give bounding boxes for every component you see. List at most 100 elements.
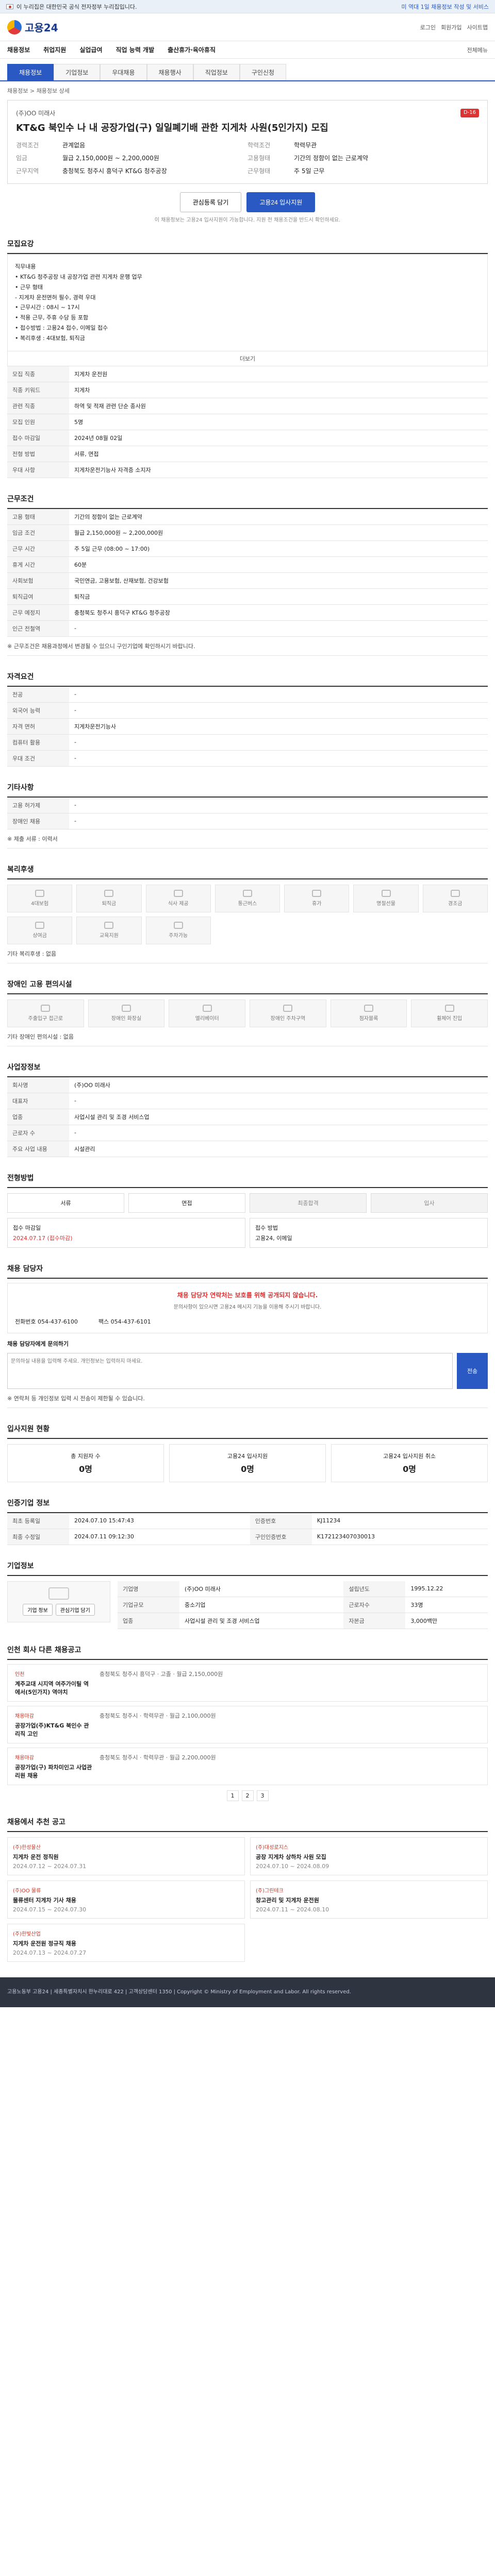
welfare-item: 식사 제공 (145, 884, 211, 912)
job-name[interactable]: 계주교대 시지역 여주가이틸 역에서(5인가지) 역야치 (15, 1680, 92, 1696)
card-company: (주)OO 물류 (13, 1888, 41, 1894)
row-value: 지게차운전기능사 자격증 소지자 (69, 462, 488, 478)
card-title[interactable]: 지게차 운전 정직원 (13, 1853, 239, 1861)
section-title: 전형방법 (7, 1168, 488, 1188)
nav-item-leave[interactable]: 출산휴가·육아휴직 (168, 45, 216, 54)
section-title: 채용에서 추천 공고 (7, 1812, 488, 1832)
login-link[interactable]: 로그인 (420, 23, 436, 31)
nav-item-benefit[interactable]: 실업급여 (79, 45, 102, 54)
tab-post[interactable]: 구인신청 (239, 64, 287, 80)
row-value: 지게차 운전원 (69, 366, 488, 382)
row-value: 2024.07.10 15:47:43 (69, 1513, 250, 1529)
card-company: (주)한빛산업 (13, 1931, 41, 1937)
job-list-item[interactable]: 채용마감 공장가업(주)KT&G 북인수 관리직 고인 충청북도 청주시 · 학력… (7, 1705, 488, 1743)
row-value: KJ11234 (311, 1513, 488, 1529)
phone-label: 전화번호 (15, 1318, 36, 1325)
fax-value: 054-437-6101 (110, 1318, 151, 1325)
row-value: 국민연금, 고용보험, 산재보험, 건강보험 (69, 572, 488, 589)
row-value: K172123407030013 (311, 1529, 488, 1545)
recommended-card[interactable]: (주)OO 물류물류센터 지게차 기사 채용 2024.07.15 ~ 2024.… (7, 1880, 245, 1919)
row-key: 고용 형태 (7, 509, 69, 525)
page-button[interactable]: 1 (226, 1790, 239, 1801)
send-message-button[interactable]: 전송 (457, 1352, 488, 1389)
nav-item-support[interactable]: 취업지원 (43, 45, 66, 54)
row-key: 사회보험 (7, 572, 69, 589)
tab-preferred[interactable]: 우대채용 (100, 64, 147, 80)
card-company: (주)대성로지스 (256, 1844, 289, 1851)
row-key: 기업명 (118, 1581, 179, 1597)
favorite-company-button[interactable]: 관심기업 담기 (55, 1604, 95, 1616)
summary-key: 고용형태 (248, 155, 271, 162)
card-title[interactable]: 지게차 운전원 정규직 채용 (13, 1939, 239, 1947)
row-key: 회사명 (7, 1077, 69, 1093)
company-info-button[interactable]: 기업 정보 (23, 1604, 53, 1616)
row-value: 월급 2,150,000원 ~ 2,200,000원 (69, 524, 488, 541)
job-list-item[interactable]: 채용마감 공장가업(구) 파차미인고 사업관리원 채용 충청북도 청주시 · 학력… (7, 1747, 488, 1785)
row-key: 우대 사항 (7, 462, 69, 478)
nav-item-jobs[interactable]: 채용정보 (7, 45, 30, 54)
welfare-icon (381, 890, 391, 897)
apply-button[interactable]: 고용24 입사지원 (246, 192, 316, 213)
section-title: 모집요강 (7, 234, 488, 255)
row-value: 사업시설 관리 및 조경 서비스업 (69, 1109, 488, 1125)
job-title: KT&G 북인수 나 내 공장가업(구) 일일폐기배 관한 지게차 사원(5인가… (16, 123, 328, 133)
row-key: 모집 직종 (7, 366, 69, 382)
dday-badge: D-16 (460, 109, 479, 117)
welfare-label: 명절선물 (376, 901, 395, 907)
nav-item-training[interactable]: 직업 능력 개발 (116, 45, 155, 54)
message-title: 채용 담당자에게 문의하기 (7, 1340, 69, 1347)
page-button[interactable]: 3 (256, 1790, 269, 1801)
row-value: - (69, 813, 488, 829)
all-menu-button[interactable]: 전체메뉴 (467, 46, 488, 54)
apply-method-label: 접수 방법 (255, 1224, 278, 1231)
summary-key: 근무형태 (248, 167, 271, 175)
facility-label: 휠체어 진입 (437, 1016, 463, 1022)
tab-events[interactable]: 채용행사 (146, 64, 193, 80)
page-button[interactable]: 2 (241, 1790, 254, 1801)
card-title[interactable]: 물류센터 지게차 기사 채용 (13, 1896, 239, 1904)
sub-tabs: 채용정보 기업정보 우대채용 채용행사 직업정보 구인신청 (0, 64, 495, 81)
job-list-item[interactable]: 인천 계주교대 시지역 여주가이틸 역에서(5인가지) 역야치 충청북도 청주시 … (7, 1664, 488, 1702)
row-value: 2024년 08월 02일 (69, 430, 488, 446)
etc-extra: ※ 제출 서류 : 이력서 (7, 829, 488, 849)
sitemap-link[interactable]: 사이트맵 (467, 23, 488, 31)
row-value: 사업시설 관리 및 조경 서비스업 (179, 1613, 344, 1629)
save-job-button[interactable]: 관심등록 담기 (179, 192, 242, 213)
row-value: 주 5일 근무 (08:00 ~ 17:00) (69, 540, 488, 557)
gov-banner-link[interactable]: 미 역대 1일 채용정보 작성 및 서비스 (401, 3, 489, 11)
card-title[interactable]: 창고관리 및 지게차 운전원 (256, 1896, 482, 1904)
recommended-card[interactable]: (주)그린테크 창고관리 및 지게차 운전원 2024.07.11 ~ 2024.0… (250, 1880, 488, 1919)
gov-banner: 이 누리집은 대한민국 공식 전자정부 누리집입니다. 미 역대 1일 채용정보… (0, 0, 495, 13)
recommended-card[interactable]: (주)대성로지스 공장 지게차 상하차 사원 모집 2024.07.10 ~ 202… (250, 1837, 488, 1875)
card-title[interactable]: 공장 지게차 상하차 사원 모집 (256, 1853, 482, 1861)
apply-method-value: 고용24, 이메일 (255, 1234, 292, 1242)
card-period: 2024.07.15 ~ 2024.07.30 (13, 1906, 87, 1913)
eligibility-table: 전공 - 외국어 능력 - 자격 면허 지게차운전기능사 컴퓨터 활용 - 우대 조건 - (7, 686, 488, 767)
more-button[interactable]: 더보기 (7, 351, 488, 366)
row-value: 33명 (405, 1597, 488, 1613)
row-key: 설립년도 (343, 1581, 406, 1597)
tab-jobs[interactable]: 채용정보 (7, 64, 54, 80)
site-logo[interactable]: 고용24 (7, 20, 58, 35)
welfare-item: 주차가능 (145, 916, 211, 944)
tab-company[interactable]: 기업정보 (54, 64, 101, 80)
job-name[interactable]: 공장가업(구) 파차미인고 사업관리원 채용 (15, 1763, 92, 1780)
job-tag: 채용마감 (15, 1755, 34, 1761)
row-value: 서류, 면접 (69, 446, 488, 462)
facility-label: 장애인 화장실 (111, 1016, 142, 1022)
row-value: - (69, 797, 488, 814)
message-input[interactable] (7, 1352, 453, 1389)
welfare-item: 명절선물 (353, 884, 419, 912)
row-key: 고용 허가제 (7, 797, 69, 814)
summary-key: 경력조건 (16, 142, 39, 149)
company-name[interactable]: (주)OO 미래사 (16, 109, 55, 117)
summary-value: 기간의 정함이 없는 근로계약 (294, 155, 368, 162)
job-name[interactable]: 공장가업(주)KT&G 북인수 관리직 고인 (15, 1721, 92, 1738)
row-value: - (69, 1093, 488, 1109)
welfare-icon (173, 922, 183, 929)
row-key: 장애인 채용 (7, 813, 69, 829)
signup-link[interactable]: 회원가입 (441, 23, 461, 31)
recommended-card[interactable]: (주)한성물산 지게차 운전 정직원 2024.07.12 ~ 2024.07.31 (7, 1837, 245, 1875)
recommended-card[interactable]: (주)한빛산업 지게차 운전원 정규직 채용 2024.07.13 ~ 2024.0… (7, 1923, 245, 1962)
tab-occupation[interactable]: 직업정보 (193, 64, 240, 80)
